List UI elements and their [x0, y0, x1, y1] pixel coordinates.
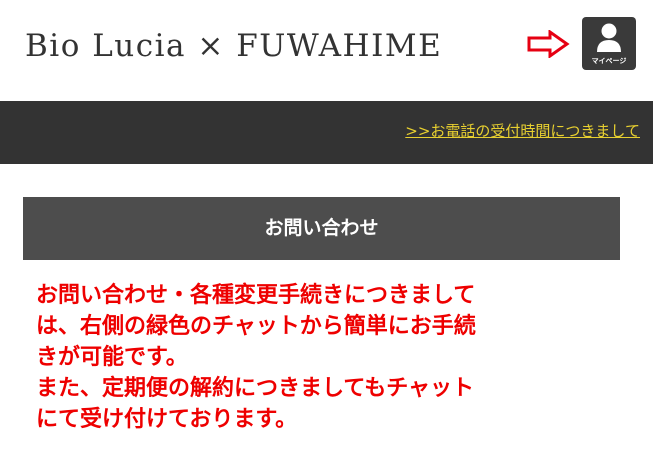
phone-hours-link[interactable]: >>お電話の受付時間につきまして — [405, 120, 640, 142]
brand-logo[interactable]: Bio Lucia × FUWAHIME — [25, 24, 442, 68]
contact-notice: お問い合わせ・各種変更手続きにつきまして は、右側の緑色のチャットから簡単にお手… — [36, 280, 626, 435]
notice-line: きが可能です。 — [36, 345, 188, 370]
info-bar: >>お電話の受付時間につきまして — [0, 101, 653, 164]
right-arrow-icon — [527, 30, 570, 58]
mypage-label: マイページ — [591, 57, 627, 65]
page-title: お問い合わせ — [23, 197, 620, 260]
site-header: Bio Lucia × FUWAHIME マイページ — [0, 0, 653, 100]
notice-line: お問い合わせ・各種変更手続きにつきまして — [36, 283, 476, 308]
user-icon — [597, 23, 621, 52]
notice-line: にて受け付けております。 — [36, 407, 298, 432]
notice-line: また、定期便の解約につきましてもチャット — [36, 376, 475, 401]
mypage-button[interactable]: マイページ — [582, 17, 636, 70]
notice-line: は、右側の緑色のチャットから簡単にお手続 — [36, 314, 476, 339]
